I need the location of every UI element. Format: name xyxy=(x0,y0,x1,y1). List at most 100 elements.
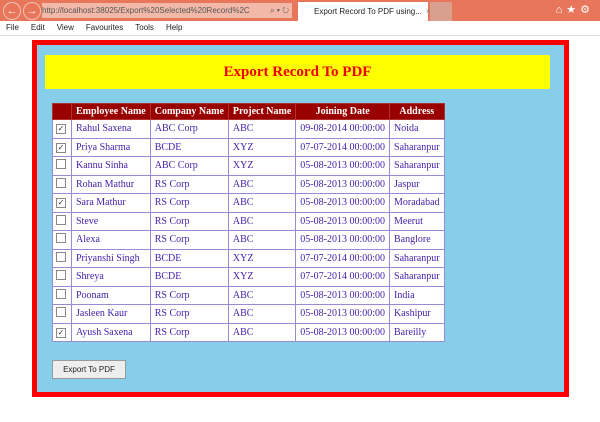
cell-address: Noida xyxy=(389,119,445,139)
cell-project: XYZ xyxy=(227,248,297,268)
cell-company: RS Corp xyxy=(149,304,229,324)
cell-company: RS Corp xyxy=(149,322,229,342)
cell-address: Kashipur xyxy=(389,304,445,324)
column-header: Employee Name xyxy=(71,103,151,120)
column-header xyxy=(52,103,72,120)
back-button[interactable]: ← xyxy=(3,2,21,20)
select-cell: ✓ xyxy=(52,322,72,342)
cell-address: Moradabad xyxy=(389,193,445,213)
cell-company: RS Corp xyxy=(149,230,229,250)
cell-date: 07-07-2014 00:00:00 xyxy=(295,137,391,157)
row-checkbox[interactable] xyxy=(56,251,66,262)
cell-date: 05-08-2013 00:00:00 xyxy=(295,230,391,250)
cell-project: XYZ xyxy=(227,137,297,157)
cell-date: 05-08-2013 00:00:00 xyxy=(295,322,391,342)
row-checkbox[interactable] xyxy=(56,214,66,225)
menu-edit[interactable]: Edit xyxy=(31,23,45,32)
address-bar[interactable]: http://localhost:38025/Export%20Selected… xyxy=(42,3,292,18)
column-header: Joining Date xyxy=(295,103,391,120)
table-row: Kannu Sinha ABC Corp XYZ 05-08-2013 00:00:0… xyxy=(52,156,445,176)
row-checkbox[interactable] xyxy=(56,270,66,281)
cell-name: Shreya xyxy=(71,267,151,287)
select-cell xyxy=(52,304,72,324)
new-tab-button[interactable] xyxy=(430,2,452,21)
row-checkbox[interactable]: ✓ xyxy=(56,124,66,135)
cell-name: Sara Mathur xyxy=(71,193,151,213)
browser-toolbar: ← → http://localhost:38025/Export%20Sele… xyxy=(0,0,600,21)
cell-address: Saharanpur xyxy=(389,137,445,157)
cell-date: 05-08-2013 00:00:00 xyxy=(295,285,391,305)
menu-view[interactable]: View xyxy=(57,23,74,32)
row-checkbox[interactable] xyxy=(56,233,66,244)
search-refresh-icon[interactable]: ⌕ ▾ ↻ xyxy=(270,3,289,18)
cell-project: ABC xyxy=(227,322,297,342)
cell-company: ABC Corp xyxy=(149,119,229,139)
cell-date: 05-08-2013 00:00:00 xyxy=(295,193,391,213)
table-row: Priyanshi Singh BCDE XYZ 07-07-2014 00:00:0… xyxy=(52,248,445,268)
cell-project: XYZ xyxy=(227,267,297,287)
select-cell: ✓ xyxy=(52,137,72,157)
export-to-pdf-button[interactable]: Export To PDF xyxy=(52,360,126,379)
select-cell xyxy=(52,174,72,194)
select-cell: ✓ xyxy=(52,119,72,139)
select-cell xyxy=(52,248,72,268)
cell-date: 05-08-2013 00:00:00 xyxy=(295,174,391,194)
cell-company: RS Corp xyxy=(149,193,229,213)
cell-company: BCDE xyxy=(149,137,229,157)
cell-project: ABC xyxy=(227,285,297,305)
cell-company: RS Corp xyxy=(149,174,229,194)
cell-address: Saharanpur xyxy=(389,267,445,287)
tab-title: Export Record To PDF using... xyxy=(314,7,422,16)
cell-project: ABC xyxy=(227,174,297,194)
row-checkbox[interactable] xyxy=(56,307,66,318)
cell-date: 05-08-2013 00:00:00 xyxy=(295,211,391,231)
menu-favourites[interactable]: Favourites xyxy=(86,23,123,32)
table-row: Alexa RS Corp ABC 05-08-2013 00:00:00 Banglo… xyxy=(52,230,445,250)
cell-name: Alexa xyxy=(71,230,151,250)
url-text: http://localhost:38025/Export%20Selected… xyxy=(42,6,250,15)
column-header: Project Name xyxy=(227,103,297,120)
cell-name: Rohan Mathur xyxy=(71,174,151,194)
select-cell xyxy=(52,156,72,176)
row-checkbox[interactable]: ✓ xyxy=(56,198,66,209)
cell-name: Jasleen Kaur xyxy=(71,304,151,324)
cell-date: 09-08-2014 00:00:00 xyxy=(295,119,391,139)
row-checkbox[interactable]: ✓ xyxy=(56,327,66,338)
cell-project: ABC xyxy=(227,304,297,324)
cell-company: BCDE xyxy=(149,248,229,268)
cell-address: Bareilly xyxy=(389,322,445,342)
cell-company: RS Corp xyxy=(149,211,229,231)
row-checkbox[interactable] xyxy=(56,159,66,170)
row-checkbox[interactable]: ✓ xyxy=(56,142,66,153)
cell-address: Saharanpur xyxy=(389,248,445,268)
cell-project: ABC xyxy=(227,193,297,213)
forward-button[interactable]: → xyxy=(23,2,41,20)
gear-icon[interactable]: ⚙ xyxy=(580,4,594,16)
select-cell xyxy=(52,230,72,250)
cell-project: ABC xyxy=(227,211,297,231)
table-row: Rohan Mathur RS Corp ABC 05-08-2013 00:00:0… xyxy=(52,174,445,194)
cell-company: RS Corp xyxy=(149,285,229,305)
home-icon[interactable]: ⌂ xyxy=(556,4,567,16)
select-cell: ✓ xyxy=(52,193,72,213)
cell-name: Ayush Saxena xyxy=(71,322,151,342)
page-title: Export Record To PDF xyxy=(45,55,550,89)
cell-project: ABC xyxy=(227,119,297,139)
menu-bar: File Edit View Favourites Tools Help xyxy=(0,21,600,36)
star-icon[interactable]: ★ xyxy=(566,4,580,16)
menu-tools[interactable]: Tools xyxy=(135,23,154,32)
table-row: ✓ Priya Sharma BCDE XYZ 07-07-2014 00:00:00 S… xyxy=(52,137,445,157)
menu-help[interactable]: Help xyxy=(166,23,182,32)
menu-file[interactable]: File xyxy=(6,23,19,32)
table-row: Shreya BCDE XYZ 07-07-2014 00:00:00 Saharanp… xyxy=(52,267,445,287)
cell-company: ABC Corp xyxy=(149,156,229,176)
cell-project: ABC xyxy=(227,230,297,250)
table-row: ✓ Ayush Saxena RS Corp ABC 05-08-2013 00:00:… xyxy=(52,322,445,342)
row-checkbox[interactable] xyxy=(56,177,66,188)
cell-project: XYZ xyxy=(227,156,297,176)
tab-export-record[interactable]: Export Record To PDF using... × xyxy=(298,2,431,21)
table-row: ✓ Sara Mathur RS Corp ABC 05-08-2013 00:00:0… xyxy=(52,193,445,213)
cell-date: 07-07-2014 00:00:00 xyxy=(295,267,391,287)
row-checkbox[interactable] xyxy=(56,288,66,299)
employee-table: Employee Name Company Name Project Name Joi… xyxy=(52,103,445,342)
